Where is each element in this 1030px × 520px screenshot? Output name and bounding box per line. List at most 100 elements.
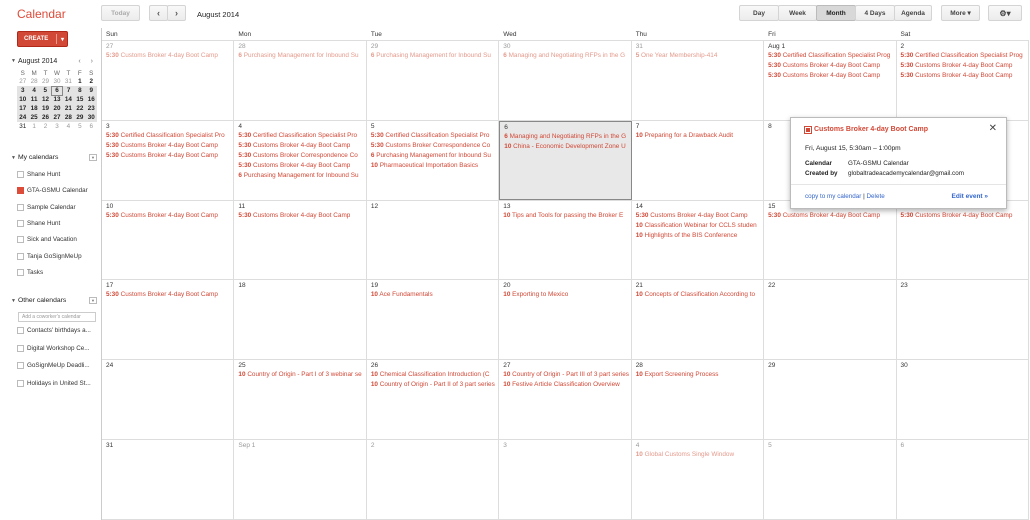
mini-day[interactable]: 11 — [28, 95, 40, 104]
day-number[interactable]: 2 — [897, 41, 1028, 51]
day-cell[interactable]: 31 5 One Year Membership-414 — [632, 41, 765, 120]
event-chip[interactable]: 5:30 Customs Broker 4-day Boot Camp — [102, 141, 233, 151]
event-chip[interactable]: 10 Pharmaceutical Importation Basics — [367, 161, 498, 171]
other-calendars-header[interactable]: ▼ Other calendars ▼ — [11, 297, 97, 304]
mini-day[interactable]: 1 — [28, 122, 39, 131]
mini-day[interactable]: 14 — [62, 95, 75, 104]
view-button-month[interactable]: Month — [816, 5, 856, 21]
day-number[interactable]: 12 — [367, 201, 498, 211]
calendar-item[interactable]: Digital Workshop Ce... — [17, 344, 97, 352]
mini-day[interactable]: 12 — [39, 95, 52, 104]
day-cell[interactable]: 2 — [367, 440, 500, 519]
checkbox-icon[interactable] — [17, 379, 24, 387]
checkbox-icon[interactable] — [17, 187, 24, 195]
event-chip[interactable]: 5:30 Customs Broker 4-day Boot Camp — [764, 61, 895, 71]
day-number[interactable]: 27 — [499, 360, 630, 370]
event-chip[interactable]: 5:30 Certified Classification Specialist… — [102, 131, 233, 141]
day-cell[interactable]: 13 10 Tips and Tools for passing the Brok… — [499, 200, 632, 280]
day-number[interactable]: 10 — [102, 201, 233, 211]
event-chip[interactable]: 6 Purchasing Management for Inbound Su — [367, 151, 498, 161]
day-number[interactable]: 4 — [632, 440, 763, 450]
day-cell[interactable]: 66 Managing and Negotiating RFPs in the … — [499, 120, 632, 200]
event-chip[interactable]: 5:30 Customs Broker 4-day Boot Camp — [102, 290, 233, 300]
event-chip[interactable]: 5 One Year Membership-414 — [632, 51, 763, 61]
event-chip[interactable]: 10 Global Customs Single Window — [632, 450, 763, 460]
mini-calendar-arrows[interactable]: ‹ › — [78, 58, 97, 65]
day-cell[interactable]: 23 — [897, 280, 1029, 360]
day-number[interactable]: 6 — [897, 440, 1028, 450]
mini-day[interactable]: 23 — [85, 104, 97, 113]
mini-day[interactable]: 28 — [62, 113, 75, 122]
event-chip[interactable]: 10 Classification Webinar for CCLS stude… — [632, 221, 763, 231]
calendar-item[interactable]: Sample Calendar — [17, 203, 97, 211]
edit-event-link[interactable]: Edit event » — [952, 193, 988, 200]
day-number[interactable]: 17 — [102, 280, 233, 290]
checkbox-icon[interactable] — [17, 362, 24, 369]
mini-day[interactable]: 3 — [17, 86, 29, 95]
mini-day[interactable]: 4 — [28, 86, 40, 95]
checkbox-icon[interactable] — [17, 268, 24, 276]
mini-day[interactable]: 27 — [51, 113, 63, 122]
view-button-agenda[interactable]: Agenda — [894, 5, 932, 21]
day-cell[interactable]: 5 5:30 Certified Classification Specialis… — [367, 120, 500, 200]
event-chip[interactable]: 5:30 Customs Broker 4-day Boot Camp — [897, 211, 1028, 221]
event-chip[interactable]: 6 Managing and Negotiating RFPs in the G — [500, 132, 630, 142]
event-chip[interactable]: 5:30 Customs Broker 4-day Boot Camp — [234, 141, 365, 151]
mini-day[interactable]: 31 — [63, 77, 74, 86]
checkbox-icon[interactable] — [17, 219, 24, 227]
event-chip[interactable]: 10 Country of Origin - Part III of 3 par… — [499, 370, 630, 380]
caret-down-icon[interactable]: ▾ — [61, 36, 64, 43]
close-icon[interactable]: ✕ — [989, 123, 997, 134]
mini-day[interactable]: 19 — [39, 104, 52, 113]
day-cell[interactable]: 18 — [234, 280, 367, 360]
mini-day[interactable]: 17 — [17, 104, 29, 113]
day-cell[interactable]: 30 — [897, 360, 1029, 439]
calendar-item[interactable]: Shane Hunt — [17, 219, 97, 227]
create-button[interactable]: CREATE ▾ — [17, 31, 68, 47]
calendar-item[interactable]: Tanja GoSignMeUp — [17, 252, 97, 260]
mini-calendar-header[interactable]: ▼ August 2014 ‹ › — [11, 56, 97, 66]
event-chip[interactable]: 10 Country of Origin - Part I of 3 webin… — [234, 370, 365, 380]
settings-button[interactable]: ⚙▾ — [988, 5, 1022, 21]
mini-day[interactable]: 16 — [85, 95, 97, 104]
day-number[interactable]: Aug 1 — [764, 41, 895, 51]
day-cell[interactable]: 29 — [764, 360, 897, 439]
day-cell[interactable]: 2 5:30 Certified Classification Specialis… — [897, 41, 1029, 120]
day-cell[interactable]: 17 5:30 Customs Broker 4-day Boot Camp — [102, 280, 235, 360]
day-number[interactable]: 3 — [102, 121, 233, 131]
day-cell[interactable]: 6 — [897, 440, 1029, 519]
day-number[interactable]: 22 — [764, 280, 895, 290]
copy-to-calendar-link[interactable]: copy to my calendar — [805, 193, 861, 200]
day-cell[interactable]: 3 — [499, 440, 632, 519]
day-number[interactable]: 31 — [102, 440, 233, 450]
mini-day[interactable]: 7 — [62, 86, 75, 95]
day-cell[interactable]: 24 — [102, 360, 235, 439]
event-chip[interactable]: 10 Highlights of the BIS Conference — [632, 231, 763, 241]
view-button-week[interactable]: Week — [778, 5, 817, 21]
mini-day[interactable]: 13 — [51, 95, 63, 104]
day-cell[interactable]: 5 — [764, 440, 897, 519]
day-number[interactable]: 2 — [367, 440, 498, 450]
mini-day[interactable]: 2 — [86, 77, 97, 86]
day-number[interactable]: 27 — [102, 41, 233, 51]
my-calendars-header[interactable]: ▼ My calendars ▼ — [11, 154, 97, 161]
mini-day[interactable]: 28 — [28, 77, 39, 86]
checkbox-icon[interactable] — [17, 236, 24, 244]
day-number[interactable]: 28 — [234, 41, 365, 51]
day-number[interactable]: Sep 1 — [234, 440, 365, 450]
event-chip[interactable]: 5:30 Customs Broker 4-day Boot Camp — [897, 71, 1028, 81]
mini-day[interactable]: 22 — [74, 104, 86, 113]
mini-day[interactable]: 31 — [17, 122, 28, 131]
day-cell[interactable]: 11 5:30 Customs Broker 4-day Boot Camp — [234, 200, 367, 280]
day-number[interactable]: 18 — [234, 280, 365, 290]
event-chip[interactable]: 5:30 Customs Broker 4-day Boot Camp — [897, 61, 1028, 71]
mini-day[interactable]: 26 — [39, 113, 52, 122]
day-number[interactable]: 5 — [367, 121, 498, 131]
calendar-item[interactable]: GoSignMeUp Deadli... — [17, 362, 97, 369]
day-number[interactable]: 6 — [500, 122, 630, 132]
day-cell[interactable]: 21 10 Concepts of Classification Accordin… — [632, 280, 765, 360]
calendar-item[interactable]: Sick and Vacation — [17, 236, 97, 244]
day-number[interactable]: 7 — [632, 121, 763, 131]
event-chip[interactable]: 6 Managing and Negotiating RFPs in the G — [499, 51, 630, 61]
mini-day[interactable]: 30 — [85, 113, 97, 122]
